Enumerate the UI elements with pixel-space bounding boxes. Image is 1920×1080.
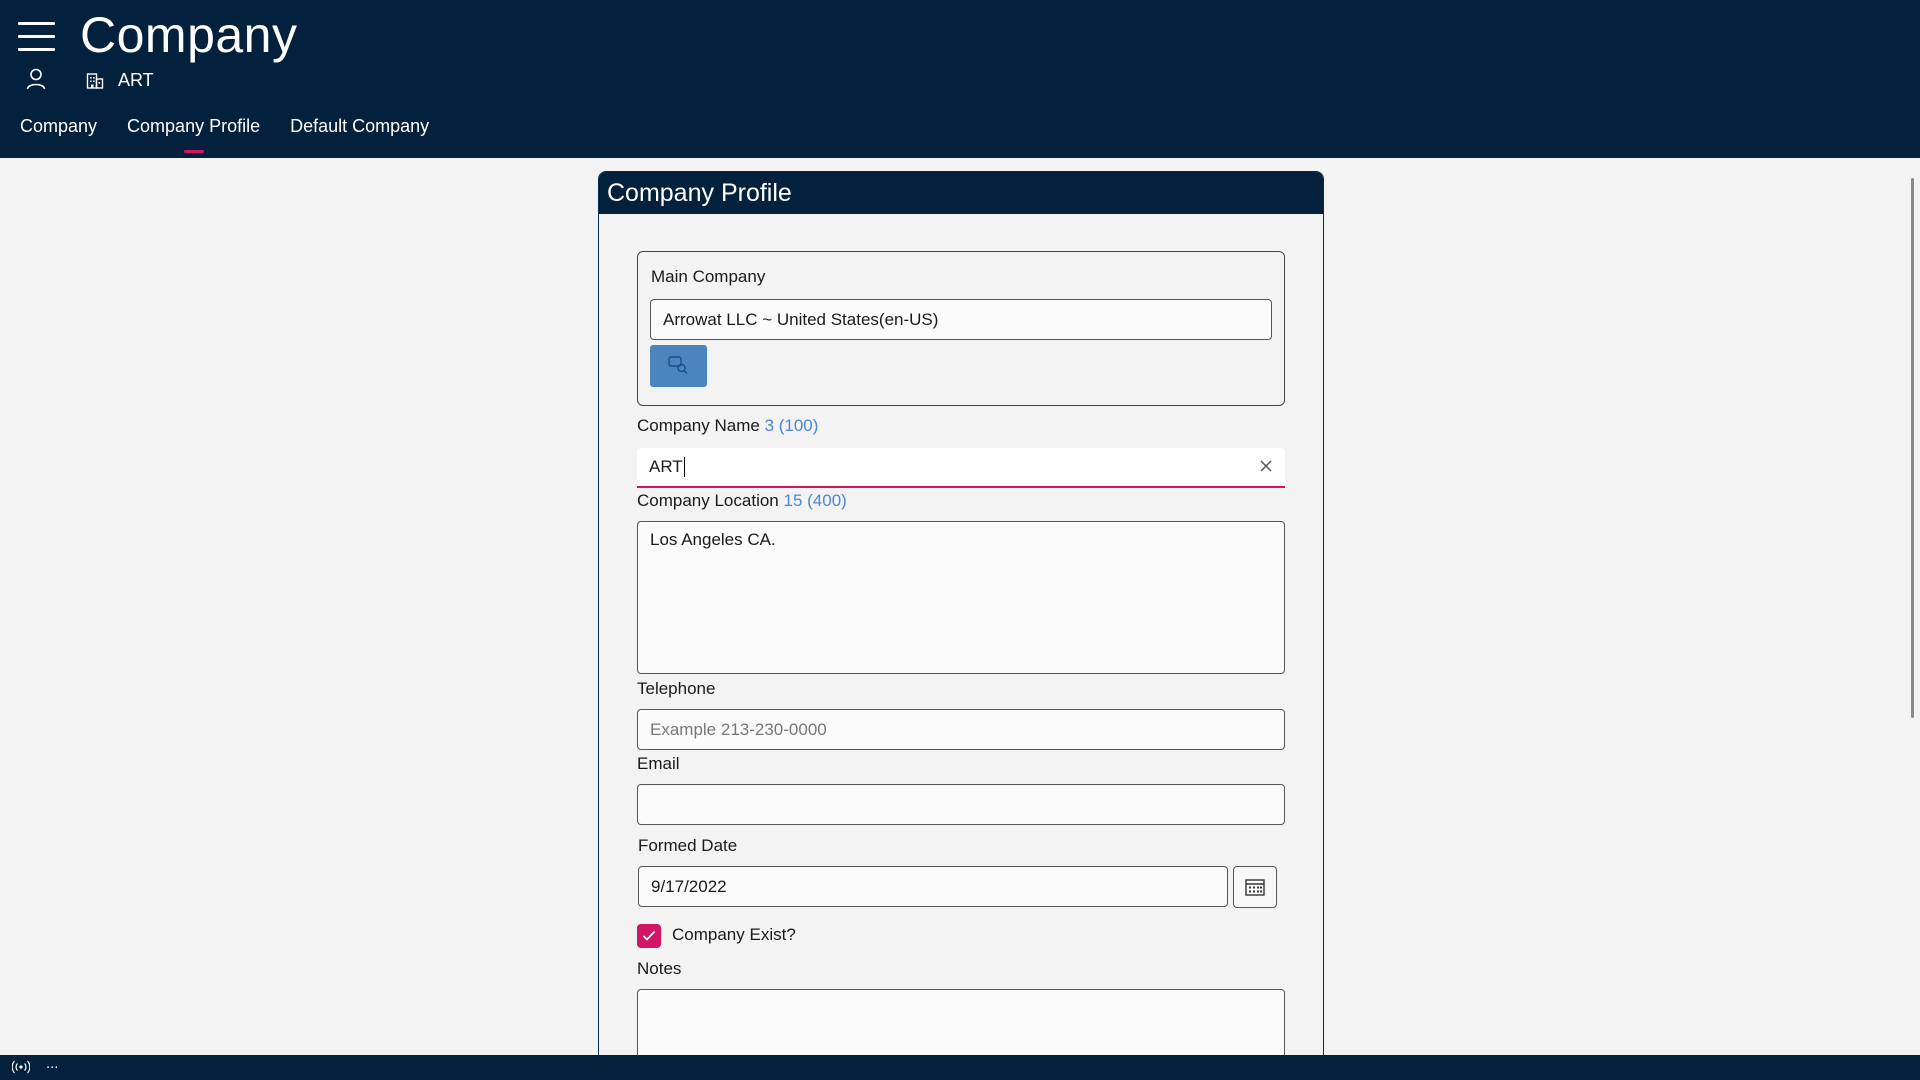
status-text: ... [46, 1057, 59, 1072]
company-location-label-row: Company Location 15 (400) [637, 491, 847, 511]
main-company-group: Main Company Arrowat LLC ~ United States… [637, 251, 1285, 406]
calendar-button[interactable] [1233, 866, 1277, 908]
telephone-label: Telephone [637, 679, 716, 698]
text-cursor [683, 457, 685, 477]
clear-icon[interactable] [1259, 459, 1273, 473]
tab-company-profile[interactable]: Company Profile [127, 116, 260, 147]
tab-company[interactable]: Company [20, 116, 97, 147]
page-title: Company [80, 7, 298, 63]
notes-label: Notes [637, 959, 682, 978]
vertical-scrollbar[interactable] [1911, 178, 1914, 718]
hamburger-menu-icon[interactable] [18, 22, 55, 52]
company-name-value: ART [649, 457, 683, 476]
formed-date-input[interactable]: 9/17/2022 [638, 866, 1228, 907]
app-header: Company ART Company Company Profile Defa… [0, 0, 1920, 158]
telephone-placeholder: Example 213-230-0000 [650, 719, 827, 739]
current-company-code: ART [118, 70, 154, 90]
company-location-label: Company Location [637, 491, 779, 510]
search-people-icon [667, 356, 688, 375]
nav-tabs: Company Company Profile Default Company [20, 116, 459, 147]
main-company-label: Main Company [651, 267, 766, 286]
email-input[interactable] [637, 784, 1285, 825]
user-icon[interactable] [26, 68, 46, 90]
company-name-label-row: Company Name 3 (100) [637, 416, 818, 436]
company-name-label: Company Name [637, 416, 760, 435]
company-name-input[interactable]: ART [637, 448, 1285, 488]
main-company-search-button[interactable] [650, 345, 707, 387]
signal-icon [12, 1060, 30, 1074]
main-company-field[interactable]: Arrowat LLC ~ United States(en-US) [650, 299, 1272, 340]
building-icon [86, 73, 104, 89]
company-location-textarea[interactable]: Los Angeles CA. [637, 521, 1285, 674]
company-exist-label: Company Exist? [672, 925, 796, 944]
email-label: Email [637, 754, 680, 773]
calendar-icon [1245, 879, 1265, 896]
checkmark-icon [642, 930, 656, 941]
telephone-input[interactable]: Example 213-230-0000 [637, 709, 1285, 750]
company-location-counter: 15 (400) [783, 491, 847, 510]
card-title: Company Profile [599, 172, 1323, 214]
tab-default-company[interactable]: Default Company [290, 116, 429, 147]
status-bar: ... [0, 1055, 1920, 1080]
company-profile-card: Company Profile Main Company Arrowat LLC… [598, 171, 1324, 1080]
company-exist-checkbox[interactable] [637, 924, 661, 948]
formed-date-label: Formed Date [638, 836, 738, 855]
company-name-counter: 3 (100) [764, 416, 819, 435]
